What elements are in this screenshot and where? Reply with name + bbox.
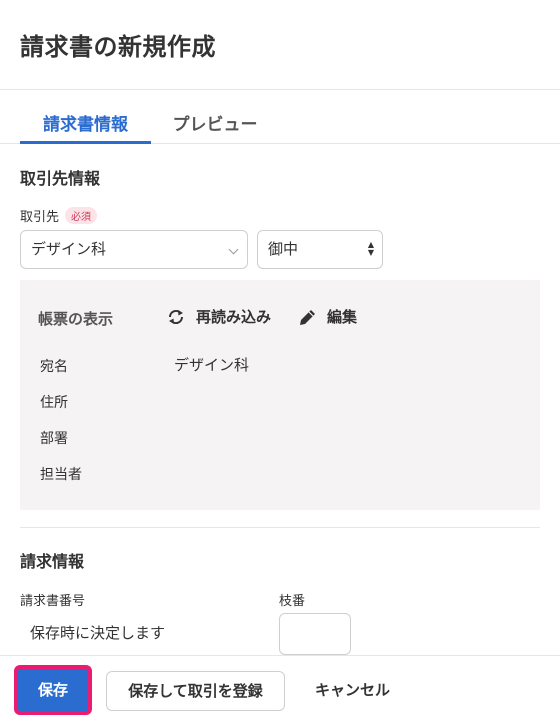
- chevron-down-icon: [228, 244, 239, 255]
- display-panel-heading: 帳票の表示: [38, 310, 114, 328]
- page-title: 請求書の新規作成: [20, 33, 216, 61]
- section-divider: [20, 527, 540, 528]
- tab-invoice-info[interactable]: 請求書情報: [20, 108, 151, 144]
- reload-button[interactable]: 再読み込み: [166, 306, 271, 328]
- save-and-register-button[interactable]: 保存して取引を登録: [106, 671, 285, 711]
- tab-preview[interactable]: プレビュー: [160, 108, 270, 144]
- partner-field-label: 取引先 必須: [20, 206, 98, 225]
- tab-bar: 請求書情報 プレビュー: [0, 108, 560, 144]
- partner-label-text: 取引先: [20, 210, 60, 225]
- save-button[interactable]: 保存: [14, 665, 92, 715]
- invoice-number-label: 請求書番号: [20, 594, 86, 609]
- address-label: 住所: [40, 395, 68, 411]
- pencil-icon: [299, 308, 317, 330]
- partner-select-value: デザイン科: [31, 240, 107, 258]
- invoice-section-title: 請求情報: [20, 552, 85, 571]
- edit-label: 編集: [327, 308, 358, 326]
- partner-section-title: 取引先情報: [20, 169, 101, 188]
- person-in-charge-label: 担当者: [40, 467, 82, 483]
- recipient-label: 宛名: [40, 359, 68, 375]
- branch-number-input[interactable]: [279, 613, 351, 655]
- department-label: 部署: [40, 431, 68, 447]
- footer-action-bar: 保存 保存して取引を登録 キャンセル: [0, 655, 560, 721]
- required-badge: 必須: [65, 207, 98, 224]
- reload-label: 再読み込み: [196, 308, 272, 326]
- display-panel: 帳票の表示 再読み込み 編集 宛名 デザイン科 住所 部署 担当者: [20, 280, 540, 510]
- partner-select[interactable]: デザイン科: [20, 230, 248, 269]
- edit-button[interactable]: 編集: [299, 306, 357, 328]
- refresh-icon: [166, 308, 186, 330]
- honorific-select-value: 御中: [268, 240, 299, 258]
- branch-number-label: 枝番: [279, 594, 306, 609]
- invoice-number-value: 保存時に決定します: [30, 624, 166, 642]
- cancel-button[interactable]: キャンセル: [300, 671, 405, 711]
- updown-arrows-icon: ▲ ▼: [367, 240, 374, 257]
- recipient-value: デザイン科: [174, 356, 250, 374]
- honorific-select[interactable]: 御中 ▲ ▼: [257, 230, 383, 269]
- page-header: 請求書の新規作成: [0, 0, 560, 90]
